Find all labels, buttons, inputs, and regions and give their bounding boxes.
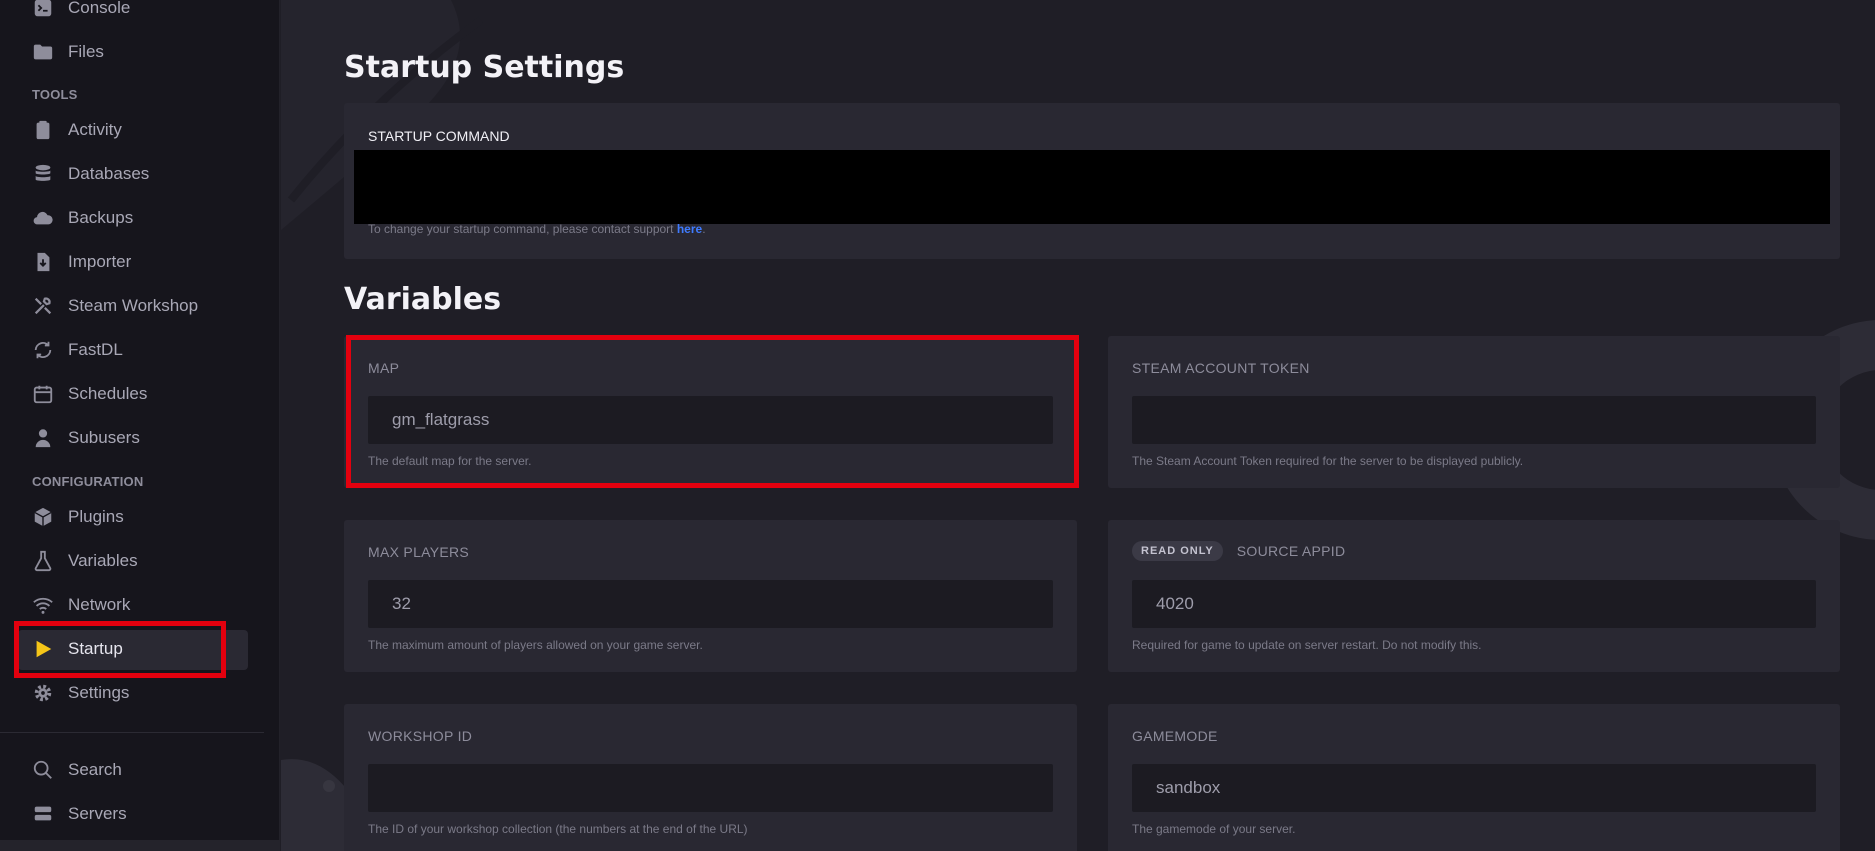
sidebar-item-settings[interactable]: Settings xyxy=(32,675,129,711)
read-only-badge: READ ONLY xyxy=(1132,541,1223,561)
sidebar-item-schedules[interactable]: Schedules xyxy=(32,376,147,412)
box-icon xyxy=(32,506,54,528)
gamemode-input[interactable]: sandbox xyxy=(1132,764,1816,812)
folder-icon xyxy=(32,41,54,63)
sidebar-item-label: FastDL xyxy=(68,340,123,359)
variable-label: MAP xyxy=(368,360,400,376)
sidebar-item-label: Servers xyxy=(68,804,127,823)
sidebar-item-databases[interactable]: Databases xyxy=(32,156,149,192)
search-icon xyxy=(32,759,54,781)
sidebar-item-label: Steam Workshop xyxy=(68,296,199,315)
sidebar-item-label: Network xyxy=(68,595,131,614)
tools-icon xyxy=(32,295,54,317)
user-icon xyxy=(32,427,54,449)
tools-heading: TOOLS xyxy=(32,87,78,102)
sidebar-item-label: Settings xyxy=(68,683,130,702)
sidebar-item-importer[interactable]: Importer xyxy=(32,244,131,280)
variable-help: The default map for the server. xyxy=(368,454,532,468)
sidebar-item-plugins[interactable]: Plugins xyxy=(32,499,124,535)
variable-help: Required for game to update on server re… xyxy=(1132,638,1482,652)
sidebar-item-label: Activity xyxy=(68,120,122,139)
sidebar-item-label: Importer xyxy=(68,252,132,271)
sidebar-item-label: Search xyxy=(68,760,122,779)
sidebar-item-steam-workshop[interactable]: Steam Workshop xyxy=(32,288,198,324)
sidebar-item-backups[interactable]: Backups xyxy=(32,200,133,236)
sidebar-item-servers[interactable]: Servers xyxy=(32,796,127,832)
sidebar-item-subusers[interactable]: Subusers xyxy=(32,420,140,456)
variable-card-map: MAP gm_flatgrass The default map for the… xyxy=(344,336,1077,488)
source-appid-input[interactable]: 4020 xyxy=(1132,580,1816,628)
configuration-heading: CONFIGURATION xyxy=(32,474,144,489)
variable-help: The ID of your workshop collection (the … xyxy=(368,822,748,836)
cloud-icon xyxy=(32,207,54,229)
startup-settings-title: Startup Settings xyxy=(344,50,625,85)
wifi-icon xyxy=(32,594,54,616)
gear-icon xyxy=(32,682,54,704)
sidebar: Console Files TOOLS Activity Databases B… xyxy=(0,0,280,851)
variable-label: MAX PLAYERS xyxy=(368,544,470,560)
variable-card-gamemode: GAMEMODE sandbox The gamemode of your se… xyxy=(1108,704,1840,851)
file-import-icon xyxy=(32,251,54,273)
clipboard-icon xyxy=(32,119,54,141)
steam-account-token-input[interactable] xyxy=(1132,396,1816,444)
startup-command-panel: STARTUP COMMAND To change your startup c… xyxy=(344,103,1840,259)
sidebar-item-label: Console xyxy=(68,0,131,17)
startup-command-redacted xyxy=(354,150,1830,224)
variable-help: The Steam Account Token required for the… xyxy=(1132,454,1524,468)
variable-label: GAMEMODE xyxy=(1132,728,1218,744)
sidebar-item-network[interactable]: Network xyxy=(32,587,130,623)
workshop-id-input[interactable] xyxy=(368,764,1053,812)
sidebar-item-variables[interactable]: Variables xyxy=(32,543,138,579)
startup-command-help: To change your startup command, please c… xyxy=(368,222,706,236)
flask-icon xyxy=(32,550,54,572)
sidebar-item-startup[interactable]: Startup xyxy=(32,631,123,667)
variables-title: Variables xyxy=(344,282,502,317)
sidebar-item-label: Subusers xyxy=(68,428,140,447)
variable-label-row: READ ONLY SOURCE APPID xyxy=(1132,541,1345,561)
variable-card-steam-account-token: STEAM ACCOUNT TOKEN The Steam Account To… xyxy=(1108,336,1840,488)
variable-label: SOURCE APPID xyxy=(1236,543,1346,559)
sidebar-item-activity[interactable]: Activity xyxy=(32,112,122,148)
play-icon xyxy=(32,638,54,660)
sidebar-item-label: Variables xyxy=(68,551,138,570)
sidebar-item-label: Files xyxy=(68,42,104,61)
sync-icon xyxy=(32,339,54,361)
startup-help-suffix: . xyxy=(702,222,706,236)
database-icon xyxy=(32,163,54,185)
sidebar-item-label: Databases xyxy=(68,164,150,183)
variable-label: STEAM ACCOUNT TOKEN xyxy=(1132,360,1310,376)
servers-icon xyxy=(32,803,54,825)
calendar-icon xyxy=(32,383,54,405)
sidebar-divider xyxy=(0,732,264,733)
startup-help-text: To change your startup command, please c… xyxy=(368,222,677,236)
main-content: Startup Settings STARTUP COMMAND To chan… xyxy=(281,0,1875,851)
contact-support-link[interactable]: here xyxy=(677,222,702,236)
max-players-input[interactable]: 32 xyxy=(368,580,1053,628)
sidebar-item-label: Backups xyxy=(68,208,134,227)
sidebar-item-search[interactable]: Search xyxy=(32,752,122,788)
variable-card-max-players: MAX PLAYERS 32 The maximum amount of pla… xyxy=(344,520,1077,672)
sidebar-item-label: Startup xyxy=(68,639,123,658)
terminal-icon xyxy=(32,0,54,19)
variable-label: WORKSHOP ID xyxy=(368,728,473,744)
sidebar-item-files[interactable]: Files xyxy=(32,34,104,70)
startup-command-label: STARTUP COMMAND xyxy=(368,128,510,144)
sidebar-item-label: Plugins xyxy=(68,507,124,526)
map-input[interactable]: gm_flatgrass xyxy=(368,396,1053,444)
variable-card-source-appid: READ ONLY SOURCE APPID 4020 Required for… xyxy=(1108,520,1840,672)
sidebar-footer xyxy=(0,840,280,851)
variable-card-workshop-id: WORKSHOP ID The ID of your workshop coll… xyxy=(344,704,1077,851)
sidebar-item-console[interactable]: Console xyxy=(32,0,130,26)
sidebar-item-fastdl[interactable]: FastDL xyxy=(32,332,123,368)
variable-help: The gamemode of your server. xyxy=(1132,822,1296,836)
variable-help: The maximum amount of players allowed on… xyxy=(368,638,703,652)
sidebar-item-label: Schedules xyxy=(68,384,148,403)
